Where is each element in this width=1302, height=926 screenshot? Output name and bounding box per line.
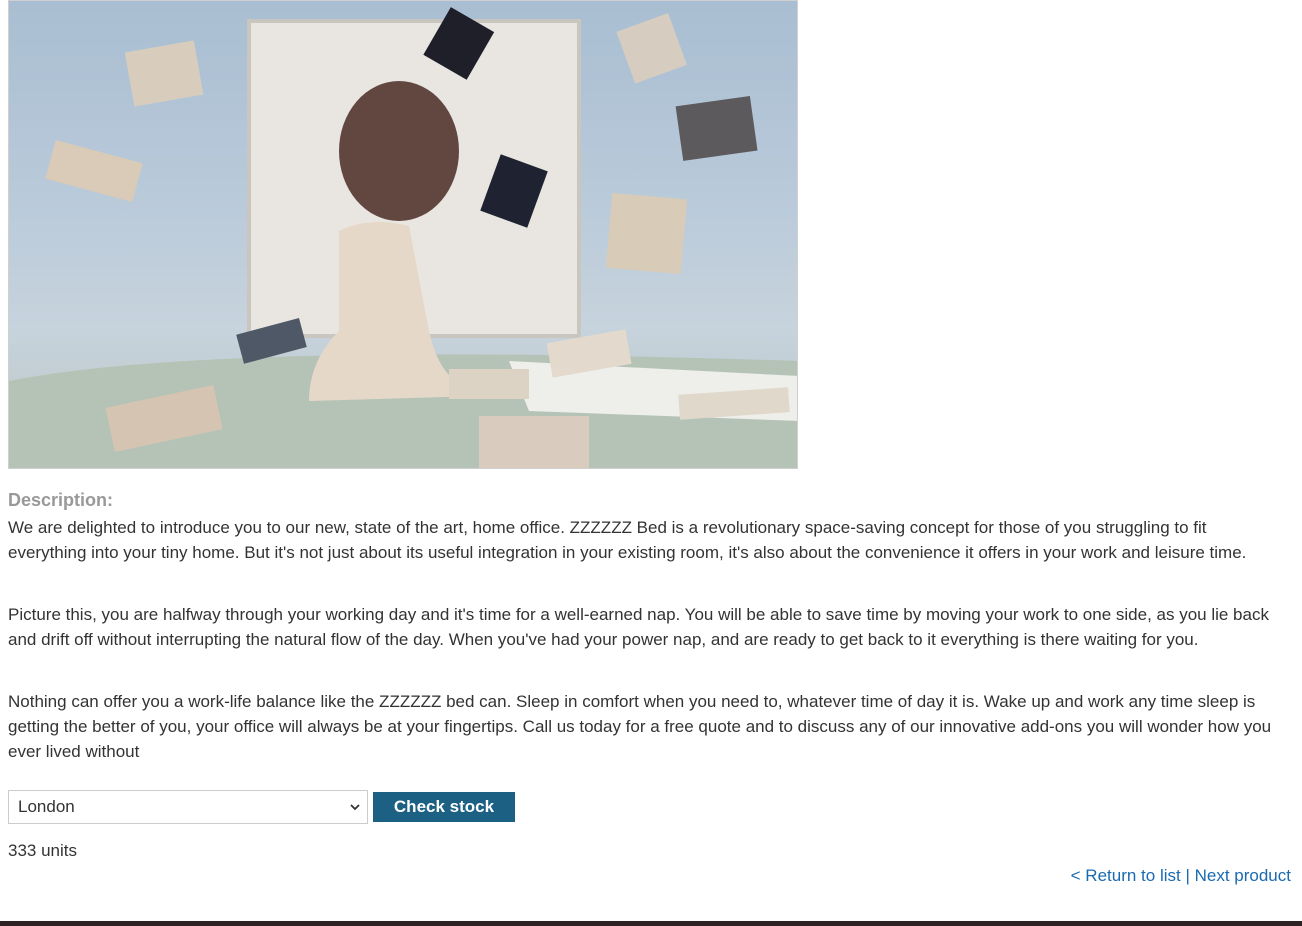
stock-check-form: London Check stock (8, 790, 515, 824)
description-paragraph: Picture this, you are halfway through yo… (8, 605, 1269, 649)
return-to-list-link[interactable]: < Return to list (1071, 866, 1181, 885)
store-select-value: London (18, 797, 75, 816)
description-paragraph: Nothing can offer you a work-life balanc… (8, 692, 1272, 761)
product-photo (9, 7, 797, 468)
chevron-down-icon (350, 804, 360, 811)
description-label: Description: (8, 490, 114, 510)
stock-result: 333 units (8, 841, 77, 860)
product-navigation: < Return to list | Next product (1071, 866, 1291, 886)
next-product-link[interactable]: Next product (1195, 866, 1291, 885)
footer-bar (0, 921, 1302, 926)
product-page: Description: We are delighted to introdu… (0, 0, 1302, 926)
description-paragraph: We are delighted to introduce you to our… (8, 518, 1247, 562)
nav-separator: | (1180, 866, 1195, 885)
store-select[interactable]: London (8, 790, 368, 824)
check-stock-button[interactable]: Check stock (373, 792, 515, 822)
product-image (8, 0, 798, 469)
